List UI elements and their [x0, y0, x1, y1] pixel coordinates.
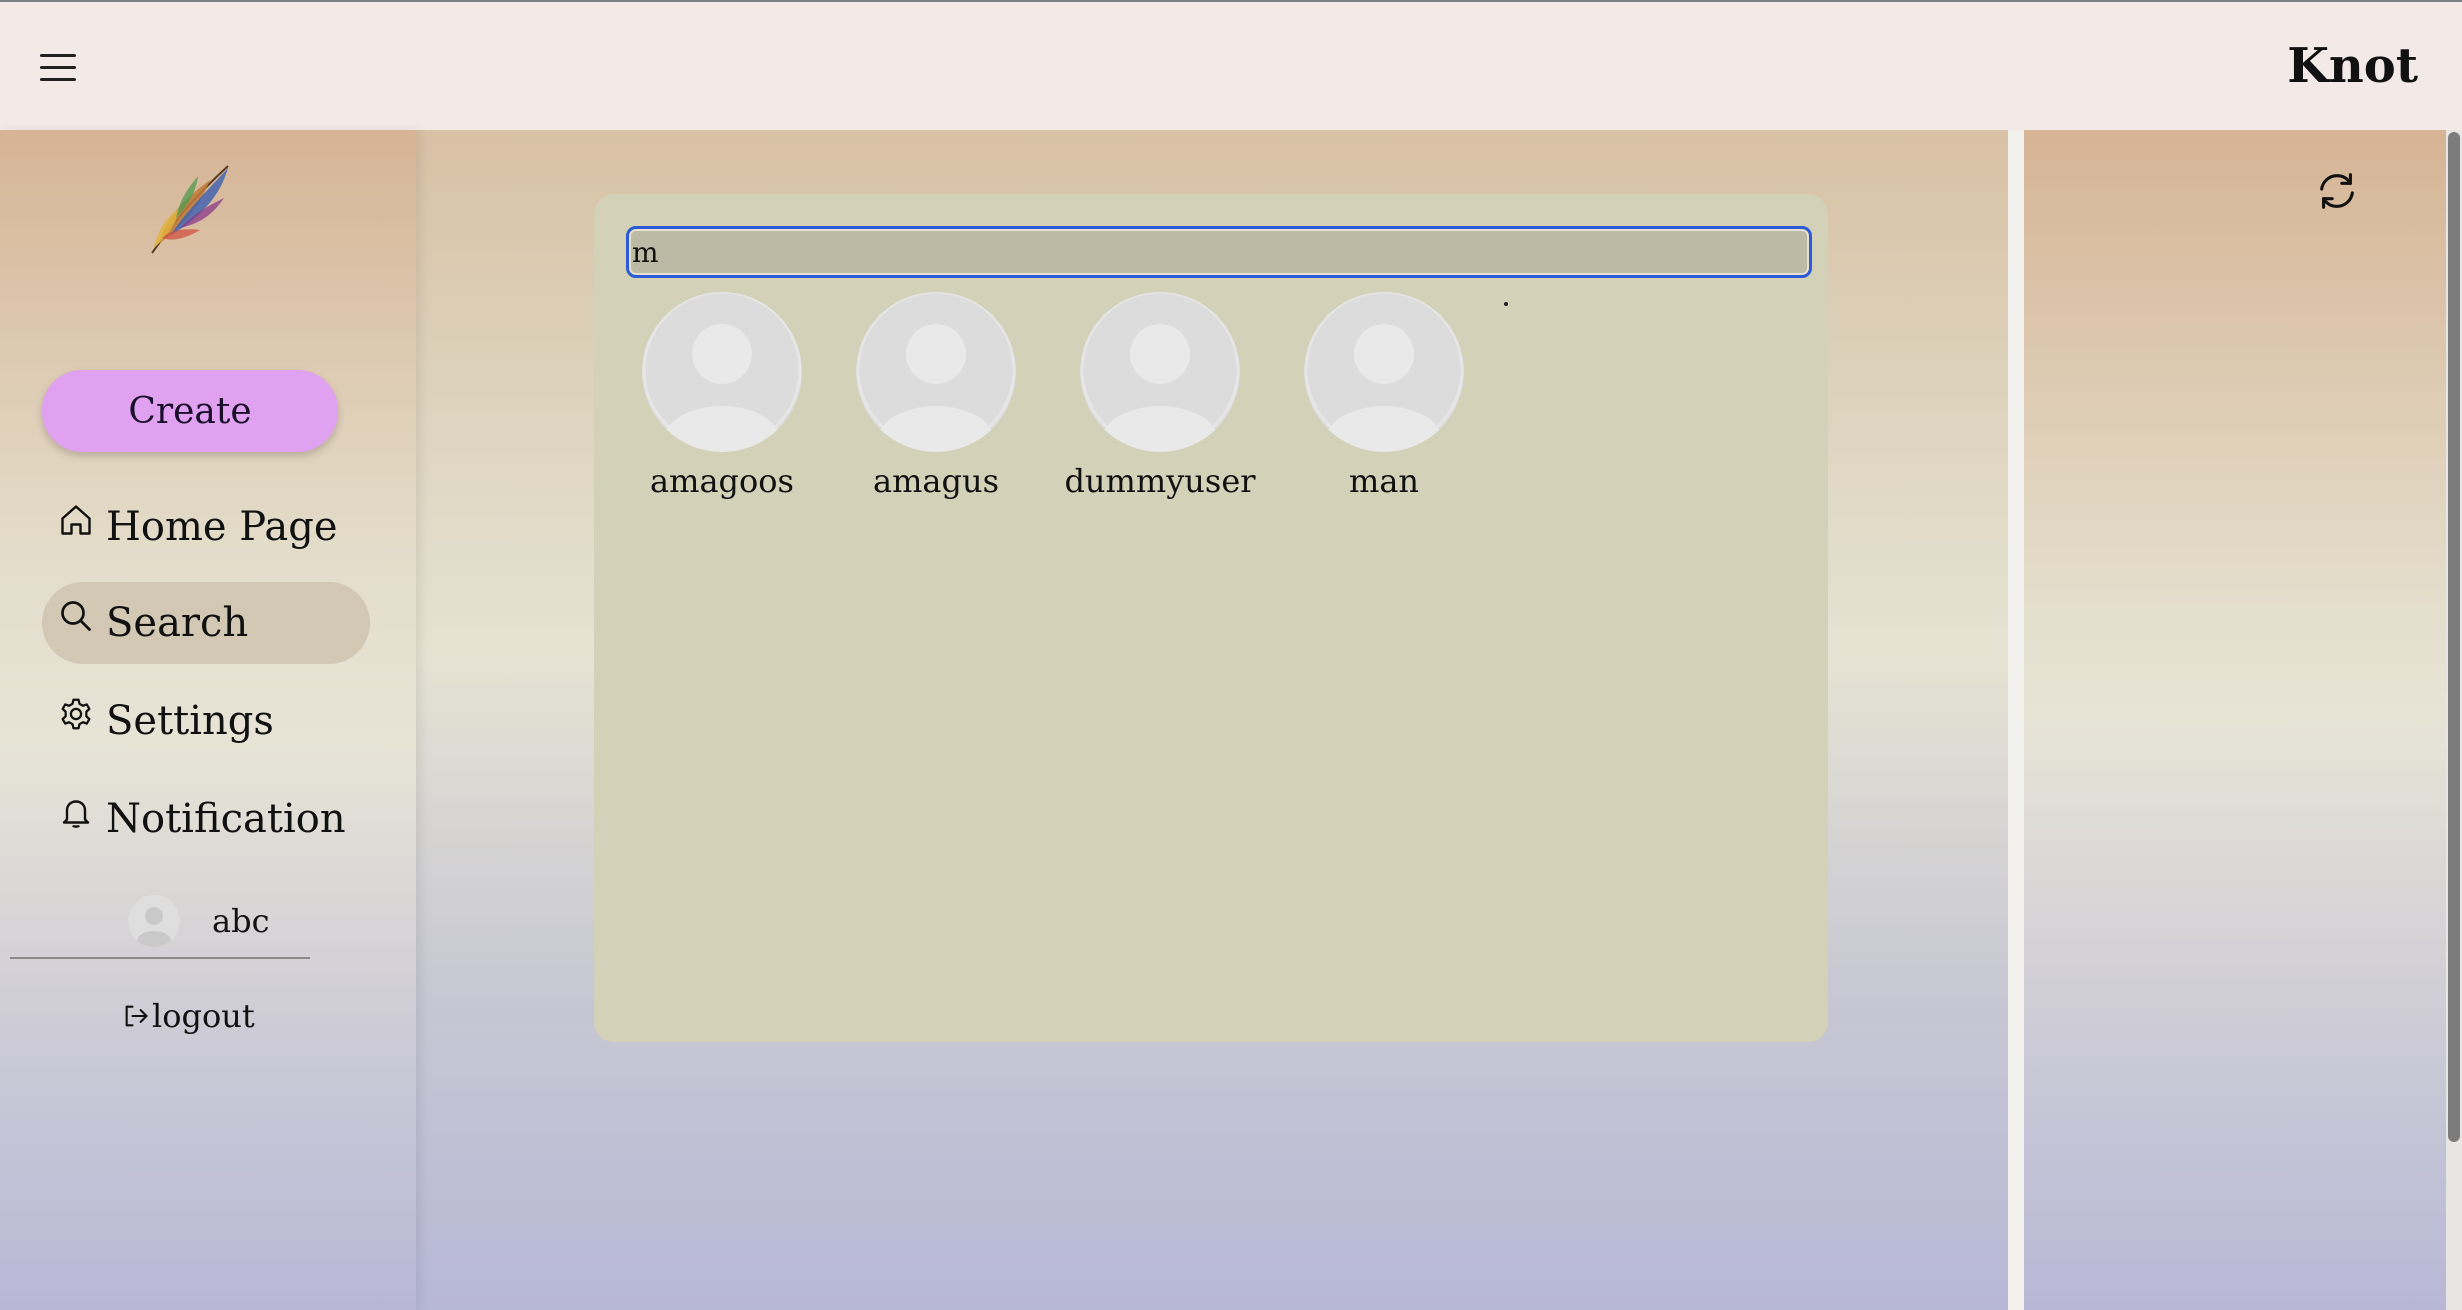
- home-icon: [61, 505, 91, 535]
- search-result-name: amagoos: [650, 462, 794, 500]
- search-result-name: amagus: [872, 462, 999, 500]
- search-panel: amagoos amagus dummyuser: [594, 194, 1828, 1042]
- search-result-item[interactable]: amagus: [821, 292, 1051, 500]
- sidebar-item-label: Settings: [106, 698, 274, 744]
- sidebar-divider: [10, 957, 310, 959]
- profile-name: abc: [212, 902, 270, 940]
- search-result-item[interactable]: man: [1269, 292, 1499, 500]
- sidebar-item-search[interactable]: Search: [42, 582, 370, 664]
- top-bar: Knot: [0, 0, 2462, 130]
- right-panel: [2024, 130, 2446, 1310]
- user-avatar-icon: [642, 292, 802, 452]
- sidebar-item-label: Search: [106, 600, 249, 646]
- search-result-item[interactable]: amagoos: [607, 292, 837, 500]
- search-result-name: man: [1348, 462, 1420, 500]
- user-avatar-icon: [856, 292, 1016, 452]
- sidebar-item-label: Notification: [106, 796, 346, 842]
- search-results: amagoos amagus dummyuser man: [594, 292, 1828, 512]
- user-avatar-icon: [1304, 292, 1464, 452]
- gear-icon: [61, 698, 91, 730]
- bell-icon: [62, 800, 90, 828]
- sidebar-item-notification[interactable]: Notification: [42, 778, 370, 860]
- search-icon: [61, 601, 91, 631]
- page-scrollbar-thumb[interactable]: [2448, 132, 2460, 1142]
- sidebar: Create Home Page Search Settings Notific…: [0, 130, 416, 1310]
- panel-divider: [2008, 130, 2024, 1310]
- sidebar-item-home[interactable]: Home Page: [42, 486, 370, 568]
- create-button[interactable]: Create: [42, 370, 338, 452]
- logout-button[interactable]: logout: [122, 992, 255, 1040]
- feather-logo-icon: [151, 165, 229, 254]
- logout-icon: [125, 1005, 148, 1027]
- logout-label: logout: [152, 997, 255, 1035]
- hamburger-menu-icon[interactable]: [40, 54, 76, 84]
- sidebar-item-settings[interactable]: Settings: [42, 680, 370, 762]
- refresh-icon[interactable]: [2314, 168, 2360, 214]
- profile-link[interactable]: abc: [128, 893, 269, 949]
- sidebar-item-label: Home Page: [106, 504, 338, 550]
- user-avatar-icon: [128, 895, 180, 947]
- search-result-name: dummyuser: [1064, 462, 1256, 500]
- brand-title: Knot: [2287, 38, 2418, 94]
- search-result-item[interactable]: dummyuser: [1045, 292, 1275, 500]
- search-input[interactable]: [626, 226, 1812, 278]
- user-avatar-icon: [1080, 292, 1240, 452]
